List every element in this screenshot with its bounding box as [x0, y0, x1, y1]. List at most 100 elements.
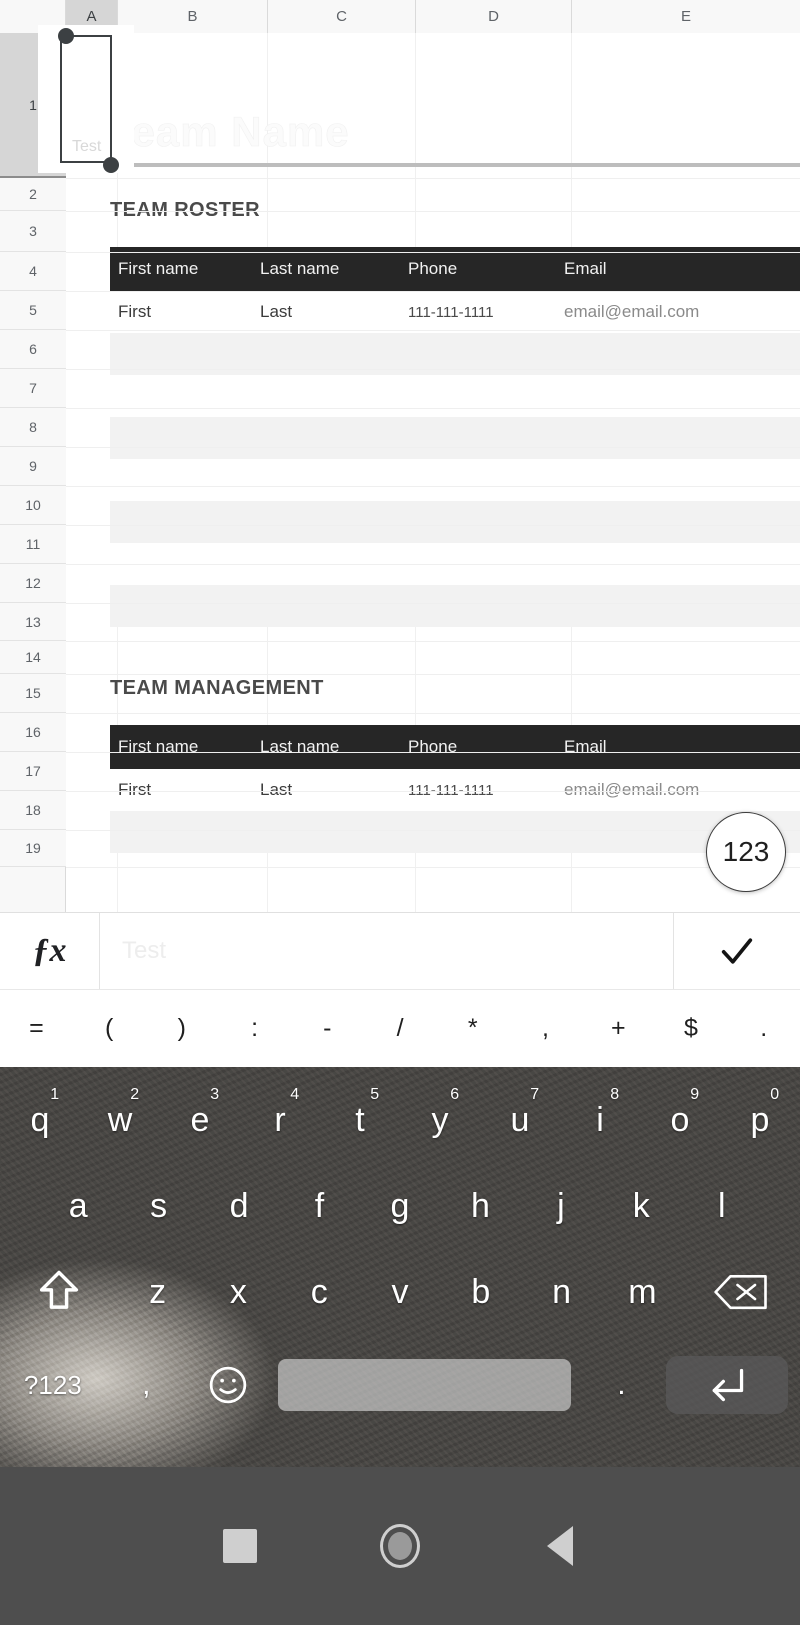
enter-key[interactable]	[666, 1356, 789, 1414]
key-o[interactable]: 9o	[640, 1082, 720, 1158]
key-comma[interactable]: ,	[106, 1345, 187, 1425]
row-header-15[interactable]: 15	[0, 674, 66, 713]
row-header-8[interactable]: 8	[0, 408, 66, 447]
cell-email[interactable]: email@email.com	[564, 302, 800, 322]
row-header-4[interactable]: 4	[0, 252, 66, 291]
symbol-key-close-paren[interactable]: )	[145, 1014, 218, 1043]
row-header-3[interactable]: 3	[0, 211, 66, 252]
on-screen-keyboard[interactable]: 1q 2w 3e 4r 5t 6y 7u 8i 9o 0p a s d f g …	[0, 1067, 800, 1467]
symbol-key-open-paren[interactable]: (	[73, 1014, 146, 1043]
symbol-key-slash[interactable]: /	[364, 1014, 437, 1043]
key-w[interactable]: 2w	[80, 1082, 160, 1158]
symbol-key-colon[interactable]: :	[218, 1014, 291, 1043]
selection-handle-bottom-right[interactable]	[103, 157, 119, 173]
key-f[interactable]: f	[279, 1168, 359, 1244]
table-row[interactable]	[110, 417, 800, 459]
key-y[interactable]: 6y	[400, 1082, 480, 1158]
back-button[interactable]	[480, 1526, 640, 1566]
column-header-b[interactable]: B	[118, 0, 268, 33]
key-k[interactable]: k	[601, 1168, 681, 1244]
smiley-face-icon	[209, 1366, 246, 1404]
symbol-key-dollar[interactable]: $	[655, 1014, 728, 1043]
key-h[interactable]: h	[440, 1168, 520, 1244]
row-header-14[interactable]: 14	[0, 641, 66, 674]
table-row[interactable]	[110, 501, 800, 543]
column-header-c[interactable]: C	[268, 0, 416, 33]
key-n[interactable]: n	[521, 1254, 602, 1330]
key-r[interactable]: 4r	[240, 1082, 320, 1158]
spreadsheet-area[interactable]: A B C D E 1 2 3 4 5 6 7 8 9 10 11 12 13 14 15 16 17 18 19 …	[0, 0, 800, 912]
table-row[interactable]	[110, 811, 800, 853]
key-x[interactable]: x	[198, 1254, 279, 1330]
cell-last-name[interactable]: Last	[260, 302, 408, 322]
cell-phone[interactable]: 111-111-1111	[408, 782, 564, 799]
key-v[interactable]: v	[360, 1254, 441, 1330]
key-t[interactable]: 5t	[320, 1082, 400, 1158]
key-j[interactable]: j	[521, 1168, 601, 1244]
row-header-16[interactable]: 16	[0, 713, 66, 752]
grid-row-line	[66, 330, 800, 331]
key-a[interactable]: a	[38, 1168, 118, 1244]
symbol-key-plus[interactable]: +	[582, 1014, 655, 1043]
space-key[interactable]	[278, 1359, 571, 1411]
table-row[interactable]	[110, 585, 800, 627]
home-button[interactable]	[320, 1524, 480, 1568]
row-header-2[interactable]: 2	[0, 178, 66, 211]
cell-email[interactable]: email@email.com	[564, 780, 800, 800]
row-header-9[interactable]: 9	[0, 447, 66, 486]
recents-button[interactable]	[160, 1529, 320, 1563]
key-p[interactable]: 0p	[720, 1082, 800, 1158]
row-header-19[interactable]: 19	[0, 830, 66, 867]
key-z[interactable]: z	[117, 1254, 198, 1330]
cell-phone[interactable]: 111-111-1111	[408, 304, 564, 321]
key-e[interactable]: 3e	[160, 1082, 240, 1158]
key-i[interactable]: 8i	[560, 1082, 640, 1158]
key-c[interactable]: c	[279, 1254, 360, 1330]
cell-first-name[interactable]: First	[110, 302, 260, 322]
grid-canvas[interactable]: Team Name TEAM ROSTER First name Last na…	[66, 33, 800, 912]
symbol-key-period[interactable]: .	[727, 1014, 800, 1043]
key-d[interactable]: d	[199, 1168, 279, 1244]
key-q[interactable]: 1q	[0, 1082, 80, 1158]
column-header-e[interactable]: E	[572, 0, 800, 33]
key-u[interactable]: 7u	[480, 1082, 560, 1158]
symbol-key-asterisk[interactable]: *	[436, 1014, 509, 1043]
grid-row-line	[66, 178, 800, 179]
key-period[interactable]: .	[581, 1345, 662, 1425]
shift-key[interactable]	[0, 1254, 117, 1330]
symbol-key-comma[interactable]: ,	[509, 1014, 582, 1043]
row-header-5[interactable]: 5	[0, 291, 66, 330]
key-m[interactable]: m	[602, 1254, 683, 1330]
key-b[interactable]: b	[440, 1254, 521, 1330]
formula-input[interactable]: Test	[100, 913, 674, 989]
symbol-key-equals[interactable]: =	[0, 1014, 73, 1043]
selection-handle-top-left[interactable]	[58, 28, 74, 44]
table-row[interactable]	[110, 459, 800, 501]
table-row[interactable]: First Last 111-111-1111 email@email.com	[110, 769, 800, 811]
row-header-11[interactable]: 11	[0, 525, 66, 564]
table-row[interactable]: First Last 111-111-1111 email@email.com	[110, 291, 800, 333]
backspace-key[interactable]	[683, 1254, 800, 1330]
key-w-label: w	[107, 1100, 133, 1139]
row-header-7[interactable]: 7	[0, 369, 66, 408]
numeric-toggle-key[interactable]: ?123	[0, 1345, 106, 1425]
function-fx-button[interactable]: ƒx	[0, 913, 100, 989]
cell-last-name[interactable]: Last	[260, 780, 408, 800]
table-row[interactable]	[110, 375, 800, 417]
row-header-13[interactable]: 13	[0, 603, 66, 641]
accept-entry-button[interactable]	[674, 913, 800, 989]
row-header-17[interactable]: 17	[0, 752, 66, 791]
column-header-d[interactable]: D	[416, 0, 572, 33]
key-l[interactable]: l	[682, 1168, 762, 1244]
row-header-label: 14	[25, 649, 41, 665]
numeric-keypad-fab[interactable]: 123	[706, 812, 786, 892]
symbol-key-minus[interactable]: -	[291, 1014, 364, 1043]
row-header-6[interactable]: 6	[0, 330, 66, 369]
row-header-10[interactable]: 10	[0, 486, 66, 525]
key-g[interactable]: g	[360, 1168, 440, 1244]
emoji-key[interactable]	[187, 1345, 268, 1425]
key-s[interactable]: s	[118, 1168, 198, 1244]
row-header-12[interactable]: 12	[0, 564, 66, 603]
row-header-18[interactable]: 18	[0, 791, 66, 830]
cell-first-name[interactable]: First	[110, 780, 260, 800]
